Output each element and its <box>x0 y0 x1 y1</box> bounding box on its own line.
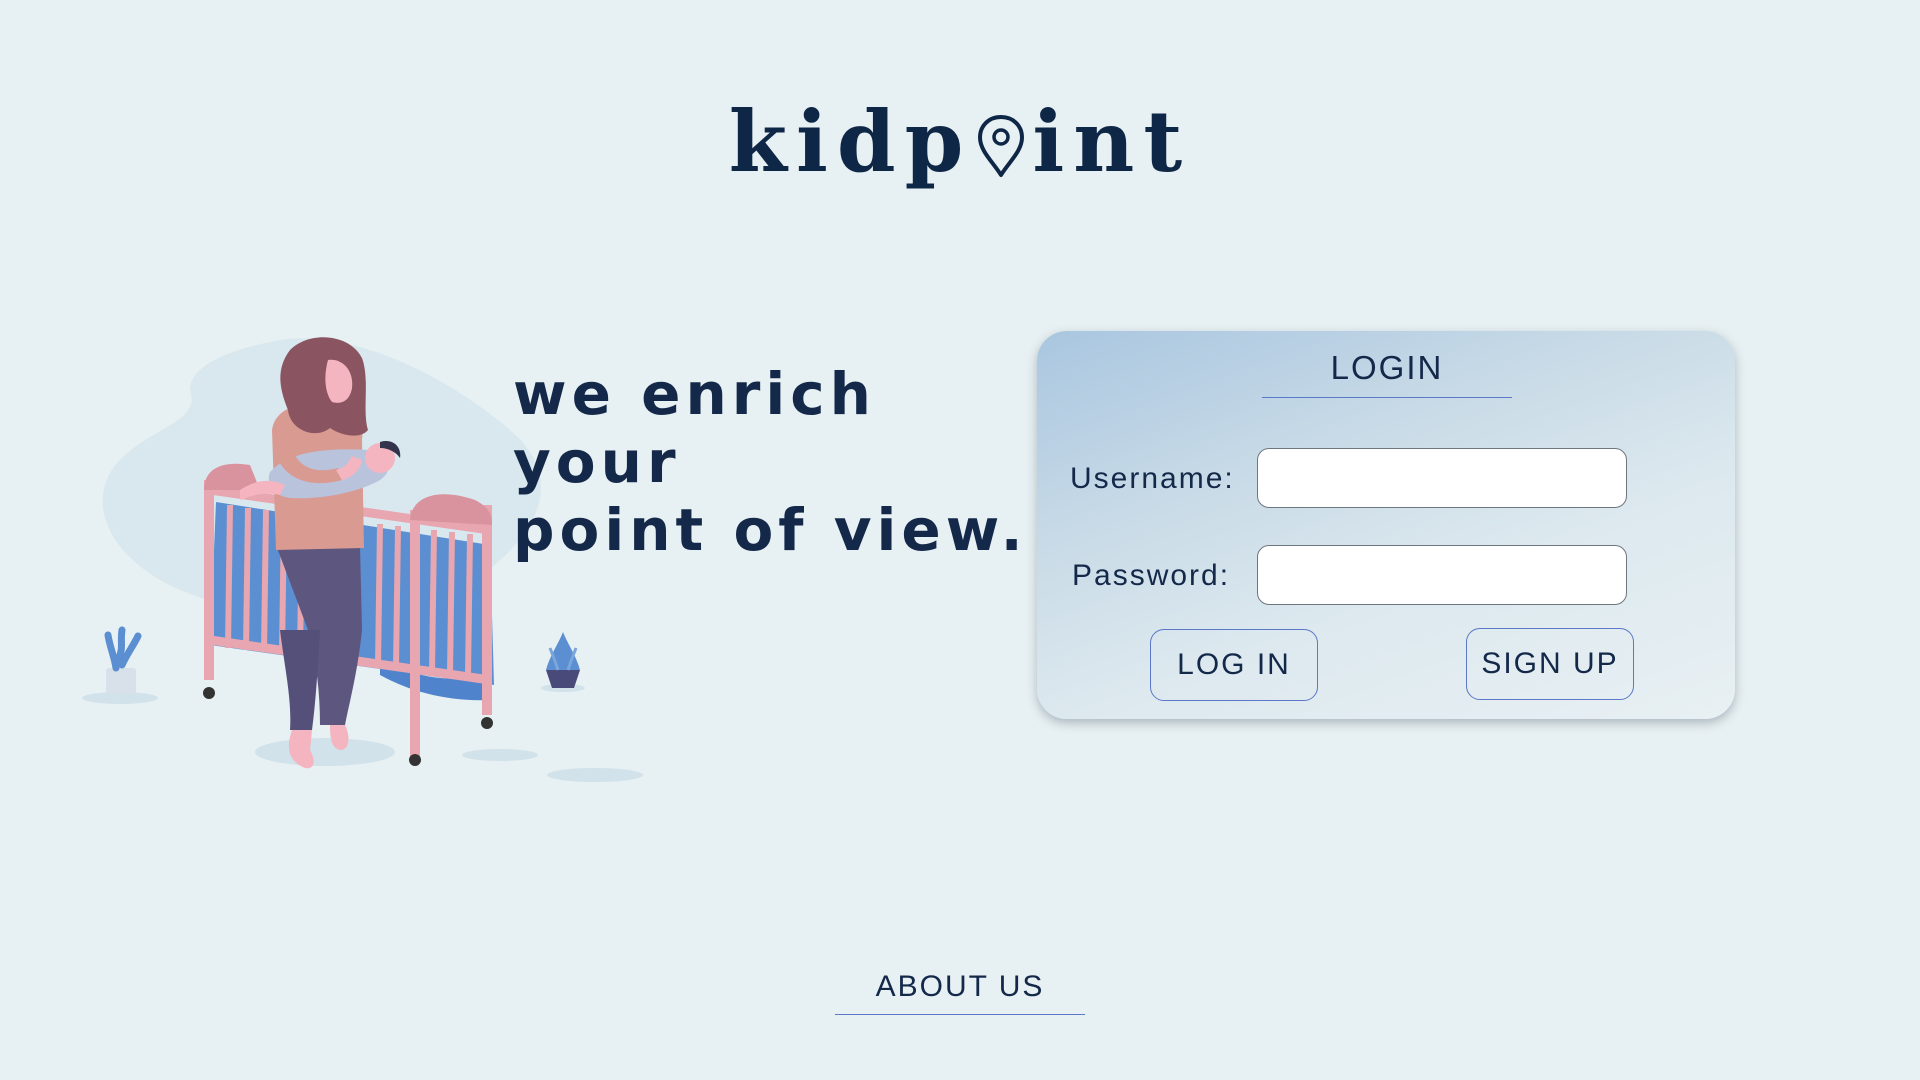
logo-text-suffix: int <box>1032 92 1192 191</box>
sign-up-button[interactable]: SIGN UP <box>1466 628 1634 700</box>
logo-text-prefix: kidp <box>728 92 973 191</box>
login-card: LOGIN Username: Password: LOG IN SIGN UP <box>1037 331 1735 719</box>
map-pin-icon <box>978 115 1025 177</box>
hero-tagline: we enrich your point of view. <box>513 360 1028 564</box>
password-input[interactable] <box>1257 545 1627 605</box>
tagline-line: point of view. <box>513 496 1028 564</box>
username-label: Username: <box>1070 462 1235 495</box>
tagline-line: we enrich <box>513 360 876 428</box>
kidpoint-logo: kidp int <box>0 100 1920 184</box>
landing-page: kidp int we enrich your point of view. L… <box>0 0 1920 1080</box>
password-label: Password: <box>1072 559 1231 592</box>
about-us-link[interactable]: ABOUT US <box>835 970 1085 1015</box>
username-input[interactable] <box>1257 448 1627 508</box>
login-title: LOGIN <box>1262 349 1512 398</box>
log-in-button[interactable]: LOG IN <box>1150 629 1318 701</box>
tagline-line: your <box>513 428 681 496</box>
